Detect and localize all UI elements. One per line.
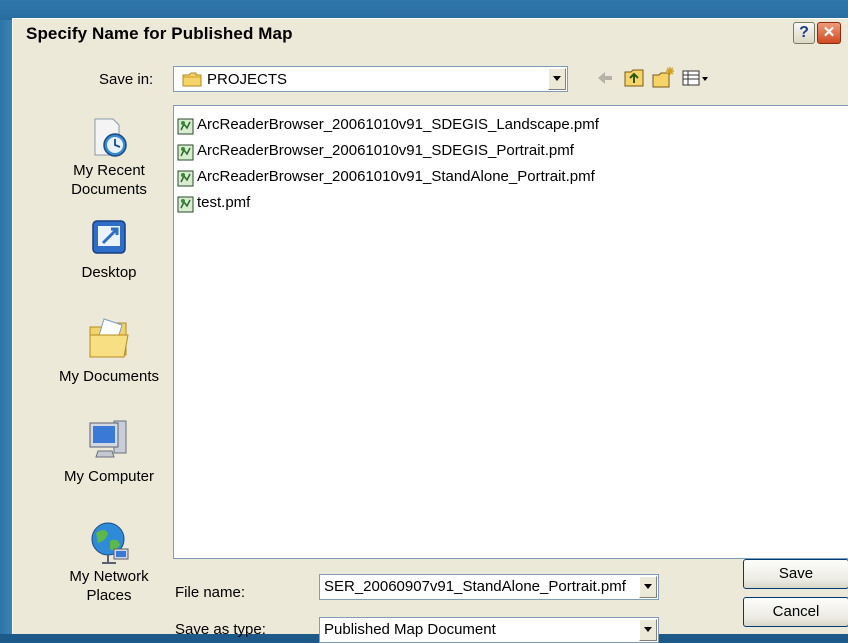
place-label: My Recent [73,162,145,179]
desktop-icon [89,217,129,257]
place-label: My Network [69,568,149,585]
file-name-value: SER_20060907v91_StandAlone_Portrait.pmf [324,578,626,595]
desktop-background-left [0,20,12,634]
place-my-computer[interactable]: My Computer [35,417,183,486]
my-network-places-icon [86,519,132,567]
save-as-type-dropdown[interactable]: Published Map Document [319,617,659,643]
save-as-type-label: Save as type: [175,621,266,638]
file-list[interactable]: ArcReaderBrowser_20061010v91_SDEGIS_Land… [173,105,848,559]
title-bar[interactable]: Specify Name for Published Map ? ✕ [13,19,848,49]
save-in-value: PROJECTS [207,71,288,88]
my-recent-documents-icon [87,115,131,161]
close-button[interactable]: ✕ [817,22,841,44]
file-name-label: File name: [175,584,246,601]
save-button[interactable]: Save [743,559,848,589]
file-name: test.pmf [197,194,251,211]
my-computer-icon [86,417,132,461]
create-new-folder-icon[interactable] [651,66,675,95]
cancel-button[interactable]: Cancel [743,597,848,627]
pmf-file-icon [177,144,194,166]
my-documents-icon [86,315,132,361]
view-menu-icon[interactable] [681,66,711,95]
file-name: ArcReaderBrowser_20061010v91_StandAlone_… [197,168,595,185]
up-one-level-icon[interactable] [623,66,645,95]
place-label: Documents [71,181,147,198]
place-desktop[interactable]: Desktop [35,217,183,282]
place-my-recent-documents[interactable]: My Recent Documents [35,115,183,199]
save-in-label: Save in: [99,71,154,88]
save-dialog: Specify Name for Published Map ? ✕ Save … [12,18,848,643]
place-label: My Documents [58,368,160,385]
pmf-file-icon [177,118,194,140]
desktop-background-top [0,0,848,20]
save-as-type-dropdown-arrow[interactable] [639,619,657,641]
save-in-dropdown-arrow[interactable] [548,68,566,90]
file-name: ArcReaderBrowser_20061010v91_SDEGIS_Port… [197,142,574,159]
pmf-file-icon [177,170,194,192]
place-label: Places [86,587,132,604]
save-as-type-value: Published Map Document [324,621,496,638]
place-my-documents[interactable]: My Documents [35,315,183,386]
file-name: ArcReaderBrowser_20061010v91_SDEGIS_Land… [197,116,599,133]
help-button[interactable]: ? [793,22,815,44]
places-bar: My Recent Documents Desktop My Documents… [35,105,183,635]
place-label: Desktop [81,264,137,281]
place-my-network-places[interactable]: My Network Places [35,519,183,605]
file-name-dropdown-arrow[interactable] [639,576,657,598]
save-in-dropdown[interactable]: PROJECTS [173,66,568,92]
dialog-title: Specify Name for Published Map [26,24,293,43]
back-arrow-icon[interactable] [595,66,615,95]
file-name-input[interactable]: SER_20060907v91_StandAlone_Portrait.pmf [319,574,659,600]
place-label: My Computer [63,468,155,485]
pmf-file-icon [177,196,194,218]
folder-icon [182,72,202,92]
